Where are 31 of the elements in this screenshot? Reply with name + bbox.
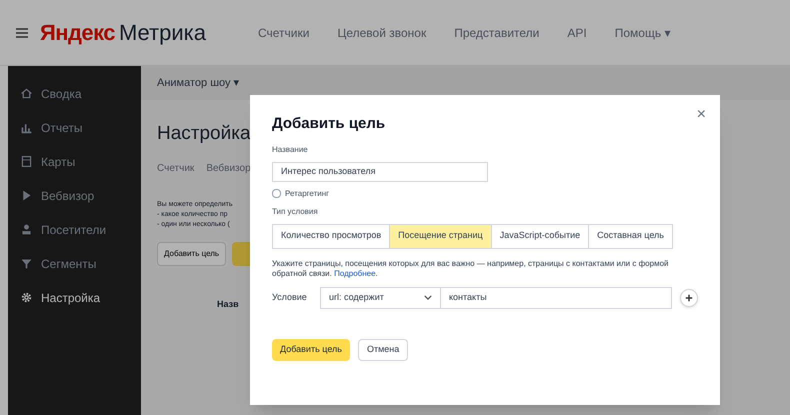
retargeting-checkbox[interactable]: Ретаргетинг [272,188,698,200]
hint-text: Укажите страницы, посещения которых для вас важно — например, страницы с контактами или с формой обратной связи. Подробнее. [272,258,670,278]
nav-link[interactable]: API [567,24,587,42]
sidebar-item[interactable]: Сегменты [8,248,141,279]
nav-link[interactable]: Представители [454,24,540,42]
breadcrumb-dropdown[interactable]: Аниматор шоу ▾ [157,74,240,92]
field-label: Тип условия [272,206,319,218]
settings-tab[interactable]: Вебвизор [206,160,251,176]
sidebar-item[interactable]: Настройка [8,282,141,313]
field-label: Название [272,144,309,156]
cancel-button[interactable]: Отмена [358,338,408,360]
logo[interactable]: Яндекс Метрика [40,16,206,49]
sidebar-item[interactable]: Карты [8,146,141,177]
column-header: Назв [217,298,239,310]
condition-type-tab[interactable]: Посещение страниц [390,224,492,248]
nav-link[interactable]: Помощь ▾ [614,24,670,42]
settings-tab[interactable]: Счетчик [157,160,194,176]
submit-button[interactable]: Добавить цель [272,338,350,360]
nav-link[interactable]: Счетчики [258,24,310,42]
close-button[interactable]: × [696,107,706,123]
sidebar-item[interactable]: Посетители [8,214,141,245]
name-field[interactable]: Интерес пользователя [272,162,488,182]
more-link[interactable]: Подробнее. [334,268,378,278]
sidebar-item[interactable]: Вебвизор [8,180,141,211]
condition-label: Условие [272,290,308,304]
nav-link[interactable]: Целевой звонок [337,24,426,42]
page-title: Настройка [157,122,251,146]
sidebar-item[interactable]: Отчеты [8,112,141,143]
sidebar-item[interactable]: Сводка [8,78,141,109]
dialog-title: Добавить цель [272,114,386,134]
add-goal-button[interactable]: Добавить цель [157,242,226,266]
